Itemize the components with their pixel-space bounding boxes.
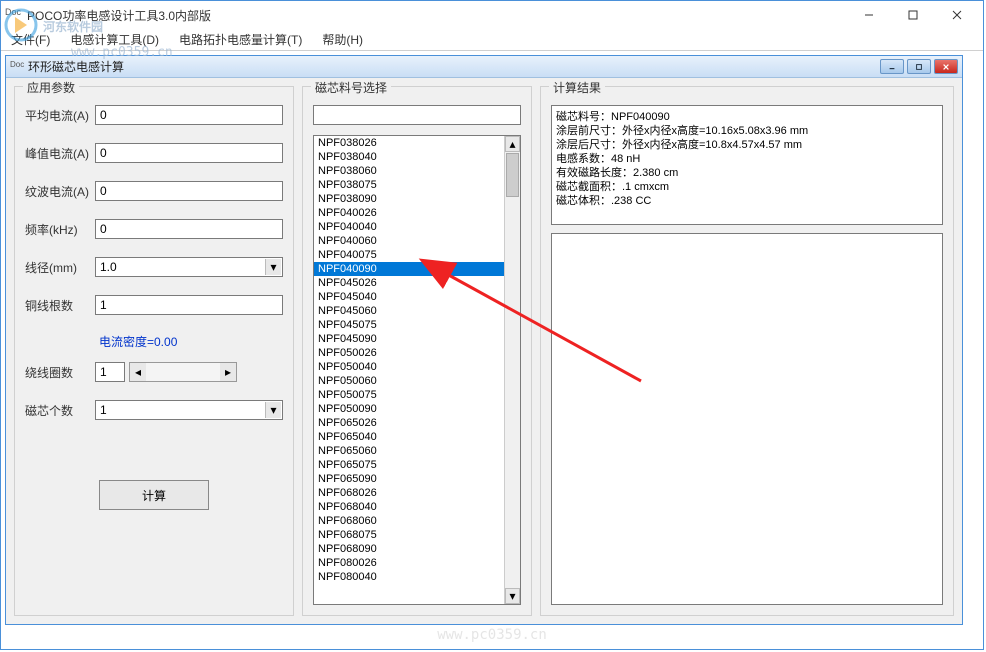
list-item[interactable]: NPF040026 bbox=[314, 206, 504, 220]
turns-input[interactable] bbox=[95, 362, 125, 382]
menu-calc-tool[interactable]: 电感计算工具(D) bbox=[66, 29, 163, 50]
wire-dia-label: 线径(mm) bbox=[25, 259, 95, 276]
list-item[interactable]: NPF040040 bbox=[314, 220, 504, 234]
scrollbar-track[interactable] bbox=[146, 363, 220, 381]
list-item[interactable]: NPF050075 bbox=[314, 388, 504, 402]
result-blank-area bbox=[551, 233, 943, 605]
arrow-left-icon[interactable]: ◂ bbox=[130, 363, 146, 381]
list-item[interactable]: NPF050090 bbox=[314, 402, 504, 416]
core-count-label: 磁芯个数 bbox=[25, 402, 95, 419]
core-count-select[interactable]: 1 ▾ bbox=[95, 400, 283, 420]
minimize-button[interactable] bbox=[847, 5, 891, 25]
wire-count-label: 铜线根数 bbox=[25, 297, 95, 314]
core-group-title: 磁芯料号选择 bbox=[311, 79, 391, 96]
child-close-button[interactable] bbox=[934, 59, 958, 74]
scrollbar-thumb[interactable] bbox=[506, 153, 519, 197]
child-titlebar: Doc 环形磁芯电感计算 bbox=[6, 56, 962, 78]
child-minimize-button[interactable] bbox=[880, 59, 904, 74]
menu-file[interactable]: 文件(F) bbox=[7, 29, 54, 50]
close-button[interactable] bbox=[935, 5, 979, 25]
wire-dia-select[interactable]: 1.0 ▾ bbox=[95, 257, 283, 277]
core-search-input[interactable] bbox=[313, 105, 521, 125]
core-scrollbar[interactable]: ▴ ▾ bbox=[504, 136, 520, 604]
app-icon: Doc bbox=[5, 7, 21, 23]
list-item[interactable]: NPF038075 bbox=[314, 178, 504, 192]
main-window: Doc POCO功率电感设计工具3.0内部版 文件(F) 电感计算工具(D) 电… bbox=[0, 0, 984, 650]
list-item[interactable]: NPF065090 bbox=[314, 472, 504, 486]
avg-current-label: 平均电流(A) bbox=[25, 107, 95, 124]
scroll-down-icon[interactable]: ▾ bbox=[505, 588, 520, 604]
list-item[interactable]: NPF045026 bbox=[314, 276, 504, 290]
result-group: 计算结果 磁芯料号：NPF040090 涂层前尺寸：外径x内径x高度=10.16… bbox=[540, 86, 954, 616]
child-maximize-button[interactable] bbox=[907, 59, 931, 74]
params-group: 应用参数 平均电流(A) 峰值电流(A) 纹波电流(A) 频率(kHz bbox=[14, 86, 294, 616]
dropdown-arrow-icon: ▾ bbox=[265, 259, 281, 275]
main-window-title: POCO功率电感设计工具3.0内部版 bbox=[27, 7, 847, 24]
wire-dia-value: 1.0 bbox=[100, 260, 117, 274]
child-window-icon: Doc bbox=[10, 60, 24, 74]
child-window: Doc 环形磁芯电感计算 应用参数 平均电流(A) 峰 bbox=[5, 55, 963, 625]
turns-label: 绕线圈数 bbox=[25, 364, 95, 381]
list-item[interactable]: NPF045060 bbox=[314, 304, 504, 318]
freq-input[interactable] bbox=[95, 219, 283, 239]
list-item[interactable]: NPF065026 bbox=[314, 416, 504, 430]
menubar: 文件(F) 电感计算工具(D) 电路拓扑电感量计算(T) 帮助(H) bbox=[1, 29, 983, 51]
list-item[interactable]: NPF080026 bbox=[314, 556, 504, 570]
list-item[interactable]: NPF045040 bbox=[314, 290, 504, 304]
core-group: 磁芯料号选择 NPF038026NPF038040NPF038060NPF038… bbox=[302, 86, 532, 616]
calculate-button[interactable]: 计算 bbox=[99, 480, 209, 510]
ripple-current-label: 纹波电流(A) bbox=[25, 183, 95, 200]
dropdown-arrow-icon: ▾ bbox=[265, 402, 281, 418]
list-item[interactable]: NPF065075 bbox=[314, 458, 504, 472]
result-text: 磁芯料号：NPF040090 涂层前尺寸：外径x内径x高度=10.16x5.08… bbox=[551, 105, 943, 225]
scroll-up-icon[interactable]: ▴ bbox=[505, 136, 520, 152]
list-item[interactable]: NPF068060 bbox=[314, 514, 504, 528]
peak-current-label: 峰值电流(A) bbox=[25, 145, 95, 162]
list-item[interactable]: NPF045090 bbox=[314, 332, 504, 346]
freq-label: 频率(kHz) bbox=[25, 221, 95, 238]
list-item[interactable]: NPF050026 bbox=[314, 346, 504, 360]
list-item[interactable]: NPF040060 bbox=[314, 234, 504, 248]
list-item[interactable]: NPF068040 bbox=[314, 500, 504, 514]
list-item[interactable]: NPF038060 bbox=[314, 164, 504, 178]
ripple-current-input[interactable] bbox=[95, 181, 283, 201]
list-item[interactable]: NPF038026 bbox=[314, 136, 504, 150]
turns-scrollbar[interactable]: ◂ ▸ bbox=[129, 362, 237, 382]
list-item[interactable]: NPF038090 bbox=[314, 192, 504, 206]
result-group-title: 计算结果 bbox=[549, 79, 605, 96]
avg-current-input[interactable] bbox=[95, 105, 283, 125]
list-item[interactable]: NPF068090 bbox=[314, 542, 504, 556]
mdi-area: Doc 环形磁芯电感计算 应用参数 平均电流(A) 峰 bbox=[1, 51, 983, 649]
wire-count-input[interactable] bbox=[95, 295, 283, 315]
list-item[interactable]: NPF068026 bbox=[314, 486, 504, 500]
list-item[interactable]: NPF040075 bbox=[314, 248, 504, 262]
arrow-right-icon[interactable]: ▸ bbox=[220, 363, 236, 381]
params-group-title: 应用参数 bbox=[23, 79, 79, 96]
child-window-title: 环形磁芯电感计算 bbox=[28, 58, 880, 75]
current-density-text: 电流密度=0.00 bbox=[99, 333, 283, 350]
main-titlebar: Doc POCO功率电感设计工具3.0内部版 bbox=[1, 1, 983, 29]
menu-topo-calc[interactable]: 电路拓扑电感量计算(T) bbox=[175, 29, 306, 50]
menu-help[interactable]: 帮助(H) bbox=[318, 29, 367, 50]
list-item[interactable]: NPF040090 bbox=[314, 262, 504, 276]
list-item[interactable]: NPF065040 bbox=[314, 430, 504, 444]
list-item[interactable]: NPF065060 bbox=[314, 444, 504, 458]
core-count-value: 1 bbox=[100, 403, 107, 417]
list-item[interactable]: NPF080040 bbox=[314, 570, 504, 584]
list-item[interactable]: NPF038040 bbox=[314, 150, 504, 164]
list-item[interactable]: NPF050060 bbox=[314, 374, 504, 388]
peak-current-input[interactable] bbox=[95, 143, 283, 163]
core-listbox[interactable]: NPF038026NPF038040NPF038060NPF038075NPF0… bbox=[314, 136, 504, 604]
list-item[interactable]: NPF068075 bbox=[314, 528, 504, 542]
list-item[interactable]: NPF045075 bbox=[314, 318, 504, 332]
maximize-button[interactable] bbox=[891, 5, 935, 25]
list-item[interactable]: NPF050040 bbox=[314, 360, 504, 374]
